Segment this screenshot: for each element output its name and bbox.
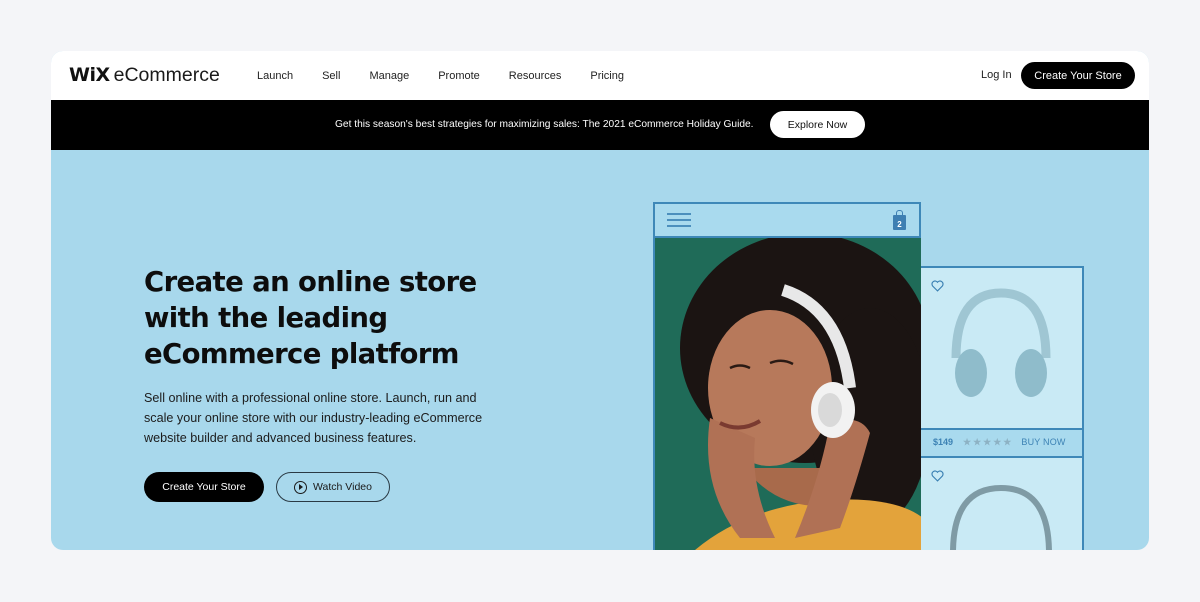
hero-subtitle-line: Sell online with a professional online s… — [144, 391, 477, 405]
woman-headphones-image — [653, 238, 921, 550]
create-store-button[interactable]: Create Your Store — [144, 472, 264, 502]
hero-title-line: eCommerce platform — [144, 338, 459, 370]
rating-stars: ★★★★★ — [963, 436, 1014, 447]
product-card-image[interactable] — [921, 268, 1082, 428]
nav-manage[interactable]: Manage — [369, 70, 409, 82]
play-icon — [294, 480, 308, 494]
promo-text: Get this season's best strategies for ma… — [335, 119, 754, 130]
headphones-icon — [950, 484, 1052, 550]
hero-title: Create an online store with the leading … — [144, 264, 564, 372]
nav-sell[interactable]: Sell — [322, 70, 340, 82]
logo-product: eCommerce — [113, 64, 220, 86]
hero-title-line: with the leading — [144, 302, 388, 334]
hamburger-menu-icon — [667, 213, 691, 227]
product-cards: $149 ★★★★★ BUY NOW — [921, 266, 1084, 550]
nav-launch[interactable]: Launch — [257, 70, 293, 82]
page-frame: WiX eCommerce Launch Sell Manage Promote… — [51, 51, 1149, 550]
hero-subtitle: Sell online with a professional online s… — [144, 388, 524, 448]
wix-ecommerce-logo[interactable]: WiX eCommerce — [69, 64, 220, 87]
explore-now-button[interactable]: Explore Now — [770, 111, 865, 138]
headphones-icon — [951, 288, 1051, 397]
main-nav: Launch Sell Manage Promote Resources Pri… — [257, 51, 653, 100]
nav-pricing[interactable]: Pricing — [590, 70, 624, 82]
hero-subtitle-line: scale your online store with our industr… — [144, 411, 483, 425]
hero-subtitle-line: website builder and advanced business fe… — [144, 431, 417, 445]
watch-video-button[interactable]: Watch Video — [276, 472, 390, 502]
shopping-bag-icon: 2 — [893, 210, 906, 230]
buy-now-link[interactable]: BUY NOW — [1021, 437, 1065, 447]
promo-banner: Get this season's best strategies for ma… — [51, 100, 1149, 150]
create-store-header-button[interactable]: Create Your Store — [1021, 62, 1135, 89]
product-card-image[interactable] — [921, 456, 1082, 550]
product-info-row: $149 ★★★★★ BUY NOW — [921, 428, 1082, 454]
woman-illustration — [655, 238, 921, 550]
logo-wix: WiX — [69, 64, 110, 86]
top-nav: WiX eCommerce Launch Sell Manage Promote… — [51, 51, 1149, 100]
nav-promote[interactable]: Promote — [438, 70, 480, 82]
login-link[interactable]: Log In — [981, 69, 1012, 81]
product-price: $149 — [933, 437, 954, 447]
watch-video-label: Watch Video — [313, 481, 372, 493]
cart-count: 2 — [897, 220, 902, 229]
mockup-header: 2 — [653, 202, 921, 238]
nav-resources[interactable]: Resources — [509, 70, 562, 82]
hero-title-line: Create an online store — [144, 266, 477, 298]
